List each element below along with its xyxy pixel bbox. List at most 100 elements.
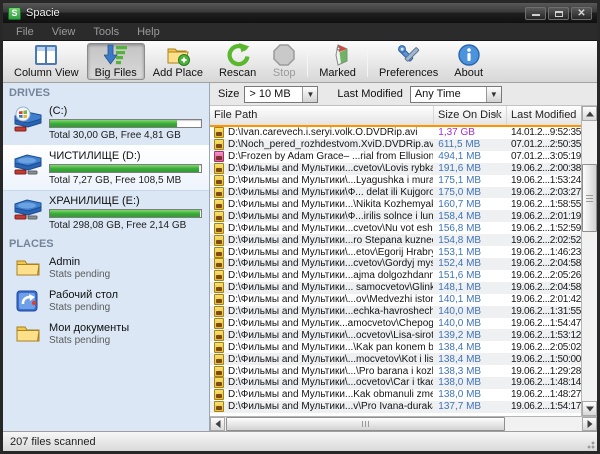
file-path-cell: D:\Фильмы and Мультики...\Kak pan konem …	[210, 342, 433, 353]
file-row[interactable]: D:\Фильмы and Мультики...cvetov\Nu vot e…	[210, 222, 581, 234]
modified-filter-dropdown[interactable]: Any Time ▼	[410, 86, 502, 103]
scroll-right-button[interactable]	[582, 417, 597, 431]
avi-file-icon	[214, 139, 224, 150]
list-header: File Path Size On Disk Last Modified	[210, 106, 581, 127]
file-path-cell: D:\Фильмы and Мультики...ajma dolgozhdan…	[210, 270, 433, 281]
place-status: Stats pending	[49, 302, 201, 313]
size-filter-label: Size	[218, 88, 239, 100]
file-row[interactable]: D:\Фильмы and Мультики...\Nikita Kozhemy…	[210, 198, 581, 210]
add-place-button[interactable]: Add Place	[145, 43, 211, 80]
file-modified-cell: 19.06.2...2:05:02	[506, 342, 581, 353]
chevron-down-icon[interactable]: ▼	[302, 87, 317, 102]
hard-drive-icon	[11, 151, 43, 177]
avi-file-icon	[214, 163, 224, 174]
file-size-cell: 175,0 MB	[433, 187, 506, 198]
minimize-button[interactable]	[525, 7, 546, 20]
avi-file-icon	[214, 401, 224, 412]
close-button[interactable]: ✕	[571, 7, 592, 20]
drive-item[interactable]: ЧИСТИЛИЩЕ (D:)Total 7,27 GB, Free 108,5 …	[3, 145, 209, 191]
preferences-button[interactable]: Preferences	[371, 43, 446, 80]
place-item[interactable]: AdminStats pending	[3, 252, 209, 285]
avi-file-icon	[214, 127, 224, 138]
drive-item[interactable]: (C:)Total 30,00 GB, Free 4,81 GB	[3, 101, 209, 145]
rescan-icon	[226, 43, 250, 67]
vertical-scrollbar[interactable]	[581, 106, 597, 416]
file-row[interactable]: D:\Фильмы and Мультики\Ф...irilis solnce…	[210, 210, 581, 222]
file-row[interactable]: D:\Ivan.carevech.i.seryi.volk.O.DVDRip.a…	[210, 127, 581, 139]
scroll-up-button[interactable]	[582, 106, 597, 121]
file-row[interactable]: D:\Фильмы and Мультики\...mocvetov\Kot i…	[210, 353, 581, 365]
file-row[interactable]: D:\Фильмы and Мультики\Ф... delat ili Ku…	[210, 187, 581, 199]
file-path-cell: D:\Фильмы and Мультики\...etov\Egorij Hr…	[210, 247, 433, 258]
file-modified-cell: 07.01.2...2:50:35	[506, 139, 581, 150]
about-button[interactable]: About	[446, 43, 491, 80]
file-path-cell: D:\Frozen by Adam Grace– ...rial from El…	[210, 151, 433, 162]
column-header-last-modified[interactable]: Last Modified	[507, 106, 581, 125]
file-row[interactable]: D:\Фильмы and Мультик...amocvetov\Chepog…	[210, 318, 581, 330]
file-row[interactable]: D:\Фильмы and Мультики...ajma dolgozhdan…	[210, 270, 581, 282]
file-size-cell: 494,1 MB	[433, 151, 506, 162]
window-title: Spacie	[26, 7, 525, 19]
horizontal-scroll-thumb[interactable]	[226, 417, 505, 431]
file-row[interactable]: D:\Noch_pered_rozhdestvom.XviD.DVDRip.av…	[210, 139, 581, 151]
file-row[interactable]: D:\Фильмы and Мультики...\Kak pan konem …	[210, 341, 581, 353]
rescan-button[interactable]: Rescan	[211, 43, 264, 80]
file-row[interactable]: D:\Фильмы and Мультики...Kak obmanuli zm…	[210, 389, 581, 401]
place-item[interactable]: Рабочий столStats pending	[3, 285, 209, 318]
place-item[interactable]: Мои документыStats pending	[3, 318, 209, 351]
file-row[interactable]: D:\Фильмы and Мультики\...ov\Medvezhi is…	[210, 294, 581, 306]
file-modified-cell: 19.06.2...1:53:24	[506, 175, 581, 186]
scroll-left-button[interactable]	[210, 417, 225, 431]
menu-item-tools[interactable]: Tools	[84, 25, 128, 39]
file-row[interactable]: D:\Фильмы and Мультики...echka-havroshec…	[210, 306, 581, 318]
file-modified-cell: 19.06.2...2:03:27	[506, 187, 581, 198]
horizontal-scrollbar[interactable]	[210, 416, 597, 431]
file-path-cell: D:\Фильмы and Мультики... samocvetov\Gli…	[210, 282, 433, 293]
file-row[interactable]: D:\Frozen by Adam Grace– ...rial from El…	[210, 151, 581, 163]
file-modified-cell: 19.06.2...1:48:27	[506, 389, 581, 400]
toolbar-separator	[367, 46, 368, 77]
file-modified-cell: 19.06.2...1:48:14	[506, 377, 581, 388]
chevron-down-icon[interactable]: ▼	[486, 87, 501, 102]
drive-item[interactable]: ХРАНИЛИЩЕ (E:)Total 298,08 GB, Free 2,14…	[3, 191, 209, 235]
column-header-size-on-disk[interactable]: Size On Disk	[434, 106, 507, 125]
menu-item-file[interactable]: File	[7, 25, 43, 39]
size-filter-dropdown[interactable]: > 10 MB ▼	[244, 86, 318, 103]
file-row[interactable]: D:\Фильмы and Мультики\...ocvetov\Car i …	[210, 377, 581, 389]
file-row[interactable]: D:\Фильмы and Мультики... samocvetov\Gli…	[210, 282, 581, 294]
resize-grip[interactable]	[584, 438, 596, 450]
menu-item-help[interactable]: Help	[128, 25, 169, 39]
file-row[interactable]: D:\Фильмы and Мультики...v\Pro Ivana-dur…	[210, 401, 581, 413]
minimize-icon	[532, 14, 540, 16]
file-row[interactable]: D:\Фильмы and Мультики\...Lyagushka i mu…	[210, 175, 581, 187]
maximize-button[interactable]	[548, 7, 569, 20]
file-row[interactable]: D:\Фильмы and Мультики...cvetov\Lovis ry…	[210, 163, 581, 175]
place-name: Рабочий стол	[49, 289, 201, 302]
column-header-file-path[interactable]: File Path	[210, 106, 434, 125]
file-row[interactable]: D:\Фильмы and Мультики\...\Pro barana i …	[210, 365, 581, 377]
file-modified-cell: 19.06.2...2:04:58	[506, 282, 581, 293]
size-filter-value: > 10 MB	[245, 88, 302, 100]
app-window: S Spacie ✕ FileViewToolsHelp Column View…	[0, 0, 600, 454]
file-modified-cell: 19.06.2...1:50:00	[506, 354, 581, 365]
avi-file-icon	[214, 223, 224, 234]
scroll-down-button[interactable]	[582, 401, 597, 416]
column-view-button[interactable]: Column View	[6, 43, 87, 80]
file-row[interactable]: D:\Фильмы and Мультики\...etov\Egorij Hr…	[210, 246, 581, 258]
marked-button[interactable]: Marked	[311, 43, 364, 80]
big-files-button[interactable]: Big Files	[87, 43, 145, 80]
file-modified-cell: 19.06.2...1:54:47	[506, 318, 581, 329]
menu-item-view[interactable]: View	[43, 25, 85, 39]
stop-button[interactable]: Stop	[264, 43, 304, 80]
file-path-cell: D:\Ivan.carevech.i.seryi.volk.O.DVDRip.a…	[210, 127, 433, 138]
avi-file-icon	[214, 377, 224, 388]
file-row[interactable]: D:\Фильмы and Мультики...ro Stepana kuzn…	[210, 234, 581, 246]
hard-drive-windows-icon	[11, 106, 43, 132]
file-path-cell: D:\Фильмы and Мультики...cvetov\Nu vot e…	[210, 223, 433, 234]
file-modified-cell: 19.06.2...1:53:12	[506, 330, 581, 341]
file-path-cell: D:\Фильмы and Мультики...Kak obmanuli zm…	[210, 389, 433, 400]
file-path-cell: D:\Фильмы and Мультики...cvetov\Lovis ry…	[210, 163, 433, 174]
vertical-scroll-thumb[interactable]	[582, 164, 597, 232]
file-row[interactable]: D:\Фильмы and Мультики\...ocvetov\Lisa-s…	[210, 329, 581, 341]
file-row[interactable]: D:\Фильмы and Мультики...cvetov\Gordyj m…	[210, 258, 581, 270]
